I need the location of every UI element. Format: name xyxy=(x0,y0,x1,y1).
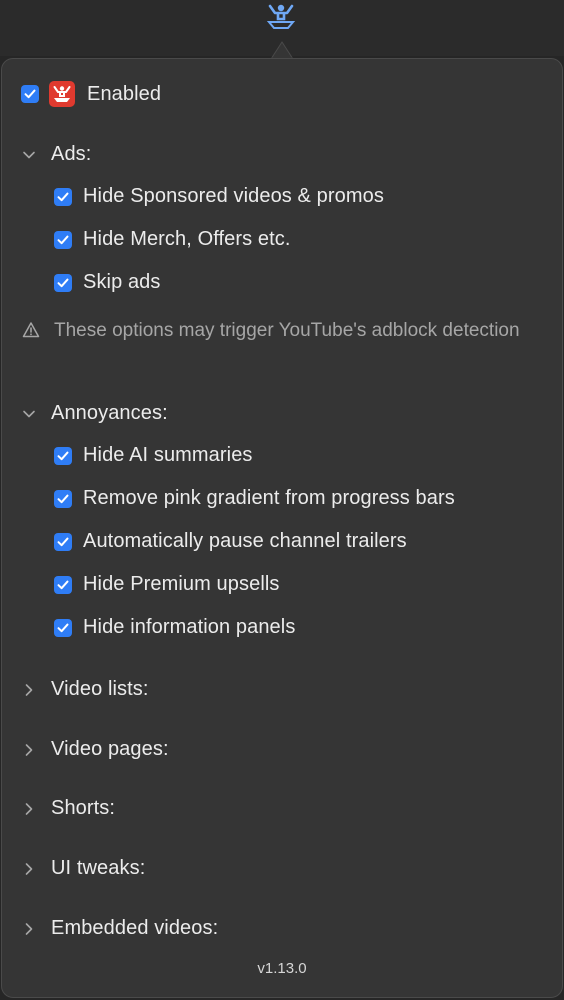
section-title-ui-tweaks: UI tweaks: xyxy=(51,857,146,879)
section-header-shorts[interactable]: Shorts: xyxy=(22,797,115,820)
option-label: Remove pink gradient from progress bars xyxy=(83,487,455,509)
option-checkbox[interactable] xyxy=(54,532,72,551)
section-header-ui-tweaks[interactable]: UI tweaks: xyxy=(22,857,145,880)
checkmark-icon xyxy=(57,494,69,503)
option-checkbox[interactable] xyxy=(54,575,72,594)
chevron-right-icon xyxy=(25,922,33,935)
option-checkbox[interactable] xyxy=(54,618,72,637)
section-title-video-pages: Video pages: xyxy=(51,738,169,760)
checkmark-icon xyxy=(57,192,69,201)
section-header-ads[interactable]: Ads: xyxy=(22,143,91,166)
option-label: Skip ads xyxy=(83,271,161,293)
section-header-video-lists[interactable]: Video lists: xyxy=(22,678,149,701)
section-title-annoyances: Annoyances: xyxy=(51,402,168,424)
option-checkbox[interactable] xyxy=(54,446,72,465)
checkmark-icon xyxy=(57,451,69,460)
checkmark-icon xyxy=(57,580,69,589)
section-title-shorts: Shorts: xyxy=(51,797,116,819)
option-row[interactable]: Remove pink gradient from progress bars xyxy=(54,487,455,510)
checkmark-icon xyxy=(57,623,69,632)
enabled-row[interactable]: Enabled xyxy=(21,81,161,107)
option-row[interactable]: Hide AI summaries xyxy=(54,444,253,467)
popover-arrow xyxy=(271,41,293,59)
checkmark-icon xyxy=(57,278,69,287)
version-label: v1.13.0 xyxy=(257,960,307,977)
chevron-right-icon xyxy=(25,743,33,756)
checkmark-icon xyxy=(57,235,69,244)
checkmark-icon xyxy=(24,89,36,99)
option-label: Hide information panels xyxy=(83,616,296,638)
chevron-down-icon xyxy=(23,410,35,417)
section-header-video-pages[interactable]: Video pages: xyxy=(22,738,169,761)
warning-text: These options may trigger YouTube's adbl… xyxy=(54,320,520,341)
adblock-warning: These options may trigger YouTube's adbl… xyxy=(22,318,542,343)
option-label: Hide Sponsored videos & promos xyxy=(83,185,384,207)
option-checkbox[interactable] xyxy=(54,230,72,249)
chevron-right-icon xyxy=(25,862,33,875)
option-label: Hide Merch, Offers etc. xyxy=(83,228,291,250)
option-row[interactable]: Automatically pause channel trailers xyxy=(54,530,407,553)
section-title-embedded-videos: Embedded videos: xyxy=(51,917,219,939)
option-row[interactable]: Hide Sponsored videos & promos xyxy=(54,185,384,208)
option-row[interactable]: Hide information panels xyxy=(54,616,295,639)
option-checkbox[interactable] xyxy=(54,187,72,206)
chevron-right-icon xyxy=(25,683,33,696)
option-label: Automatically pause channel trailers xyxy=(83,530,407,552)
section-header-embedded-videos[interactable]: Embedded videos: xyxy=(22,917,218,940)
warning-icon xyxy=(22,322,40,338)
option-checkbox[interactable] xyxy=(54,489,72,508)
enabled-checkbox[interactable] xyxy=(21,85,39,103)
option-row[interactable]: Hide Premium upsells xyxy=(54,573,280,596)
app-menubar-icon[interactable] xyxy=(266,2,296,30)
chevron-down-icon xyxy=(23,151,35,158)
section-title-ads: Ads: xyxy=(51,143,92,165)
enabled-label: Enabled xyxy=(87,82,162,105)
chevron-right-icon xyxy=(25,802,33,815)
checkmark-icon xyxy=(57,537,69,546)
section-header-annoyances[interactable]: Annoyances: xyxy=(22,402,168,425)
option-label: Hide Premium upsells xyxy=(83,573,280,595)
option-row[interactable]: Hide Merch, Offers etc. xyxy=(54,228,291,251)
option-row[interactable]: Skip ads xyxy=(54,271,161,294)
app-badge-icon xyxy=(49,81,75,107)
section-title-video-lists: Video lists: xyxy=(51,678,149,700)
option-label: Hide AI summaries xyxy=(83,444,253,466)
option-checkbox[interactable] xyxy=(54,273,72,292)
